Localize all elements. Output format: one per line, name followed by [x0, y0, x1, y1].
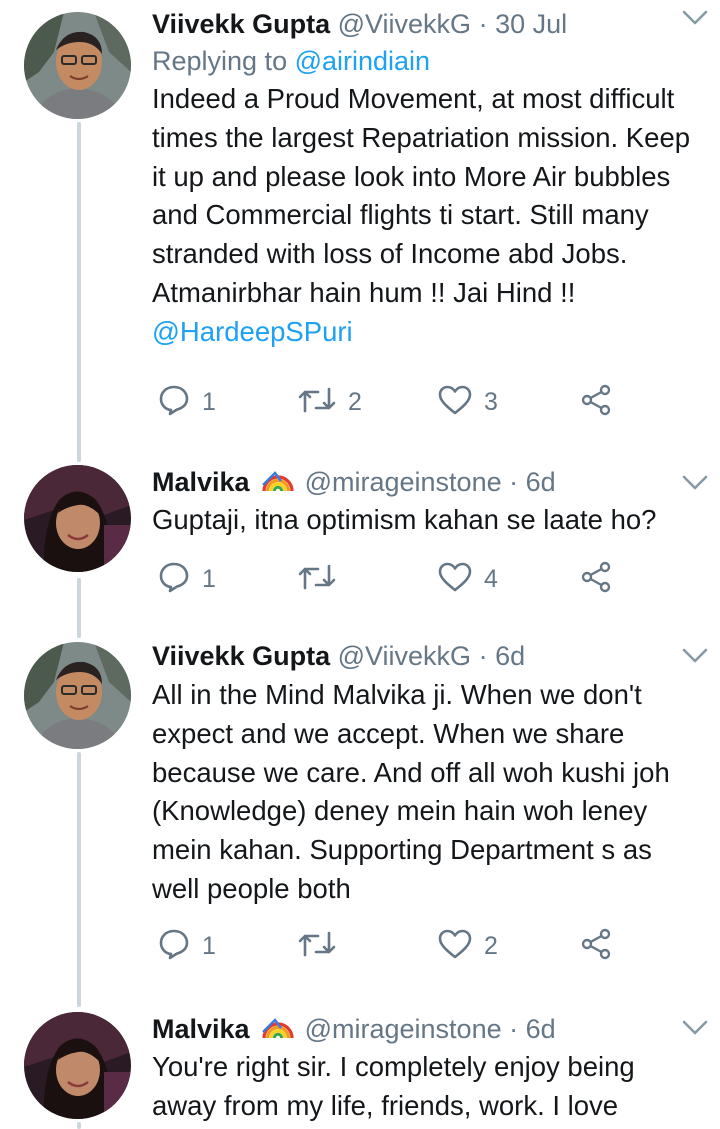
author-name[interactable]: Viivekk Gupta — [152, 9, 330, 39]
chevron-down-icon[interactable] — [682, 648, 708, 669]
tweet[interactable]: Viivekk Gupta @ViivekkG · 6d All in the … — [0, 630, 720, 980]
author-handle[interactable]: @ViivekkG — [338, 9, 471, 39]
avatar[interactable] — [24, 465, 131, 572]
tweet-header: Viivekk Gupta @ViivekkG · 6d — [152, 638, 702, 674]
replying-to-label: Replying to — [152, 46, 295, 76]
author-name[interactable]: Malvika — [152, 1014, 250, 1044]
tweet-time[interactable]: 30 Jul — [495, 9, 567, 39]
reply-count: 1 — [202, 564, 216, 593]
heart-icon — [438, 385, 472, 420]
separator-dot: · — [509, 1014, 519, 1044]
like-count: 4 — [484, 564, 498, 593]
retweet-count: 2 — [348, 387, 362, 416]
tweet-thread: Viivekk Gupta @ViivekkG · 30 Jul Replyin… — [0, 0, 720, 1129]
tweet-actions: 1 4 — [158, 559, 628, 599]
reply-button[interactable]: 1 — [158, 382, 216, 422]
tweet-text: All in the Mind Malvika ji. When we don'… — [152, 679, 678, 904]
chevron-down-icon[interactable] — [682, 475, 708, 496]
tweet[interactable]: Viivekk Gupta @ViivekkG · 30 Jul Replyin… — [0, 0, 720, 440]
chevron-down-icon[interactable] — [682, 1020, 708, 1041]
share-icon — [580, 561, 612, 598]
tweet[interactable]: Malvika @mirageinstone · 6d You're right… — [0, 1002, 720, 1129]
reply-button[interactable]: 1 — [158, 559, 216, 599]
share-icon — [580, 384, 612, 421]
reply-count: 1 — [202, 931, 216, 960]
share-icon — [580, 928, 612, 965]
tweet-actions: 1 2 3 — [158, 382, 628, 422]
retweet-button[interactable] — [298, 926, 348, 966]
tweet-time[interactable]: 6d — [526, 467, 556, 497]
like-button[interactable]: 4 — [438, 559, 498, 599]
share-button[interactable] — [580, 926, 612, 966]
share-button[interactable] — [580, 559, 612, 599]
author-handle[interactable]: @ViivekkG — [338, 641, 471, 671]
reply-icon — [158, 928, 190, 965]
replying-to: Replying to @airindiain — [152, 42, 702, 80]
tweet-text: Guptaji, itna optimism kahan se laate ho… — [152, 504, 657, 535]
reply-button[interactable]: 1 — [158, 926, 216, 966]
retweet-icon — [298, 562, 336, 597]
chevron-down-icon[interactable] — [682, 10, 708, 31]
like-count: 3 — [484, 387, 498, 416]
author-name[interactable]: Malvika — [152, 467, 250, 497]
retweet-button[interactable] — [298, 559, 348, 599]
tweet-header: Viivekk Gupta @ViivekkG · 30 Jul — [152, 6, 702, 42]
tweet-actions: 1 2 — [158, 926, 628, 966]
rainbow-emoji-icon — [261, 463, 295, 502]
avatar[interactable] — [24, 12, 131, 119]
heart-icon — [438, 562, 472, 597]
separator-dot: · — [478, 9, 488, 39]
reply-count: 1 — [202, 387, 216, 416]
retweet-button[interactable]: 2 — [298, 382, 362, 422]
separator-dot: · — [478, 641, 488, 671]
author-handle[interactable]: @mirageinstone — [305, 1014, 502, 1044]
tweet-time[interactable]: 6d — [495, 641, 525, 671]
reply-mention-link[interactable]: @airindiain — [295, 46, 430, 76]
tweet-header: Malvika @mirageinstone · 6d — [152, 1010, 702, 1046]
like-count: 2 — [484, 931, 498, 960]
separator-dot: · — [509, 467, 519, 497]
reply-icon — [158, 561, 190, 598]
like-button[interactable]: 2 — [438, 926, 498, 966]
avatar[interactable] — [24, 1012, 131, 1119]
like-button[interactable]: 3 — [438, 382, 498, 422]
tweet-time[interactable]: 6d — [526, 1014, 556, 1044]
rainbow-emoji-icon — [261, 1010, 295, 1049]
author-handle[interactable]: @mirageinstone — [305, 467, 502, 497]
tweet-text: You're right sir. I completely enjoy bei… — [152, 1051, 643, 1121]
avatar[interactable] — [24, 642, 131, 749]
reply-icon — [158, 384, 190, 421]
tweet[interactable]: Malvika @mirageinstone · 6d Guptaji, itn… — [0, 455, 720, 605]
mention-link[interactable]: @HardeepSPuri — [152, 316, 353, 347]
author-name[interactable]: Viivekk Gupta — [152, 641, 330, 671]
share-button[interactable] — [580, 382, 612, 422]
retweet-icon — [298, 385, 336, 420]
heart-icon — [438, 929, 472, 964]
retweet-icon — [298, 929, 336, 964]
tweet-header: Malvika @mirageinstone · 6d — [152, 463, 702, 499]
tweet-text: Indeed a Proud Movement, at most difficu… — [152, 80, 697, 352]
tweet-text-content: Indeed a Proud Movement, at most difficu… — [152, 83, 698, 308]
